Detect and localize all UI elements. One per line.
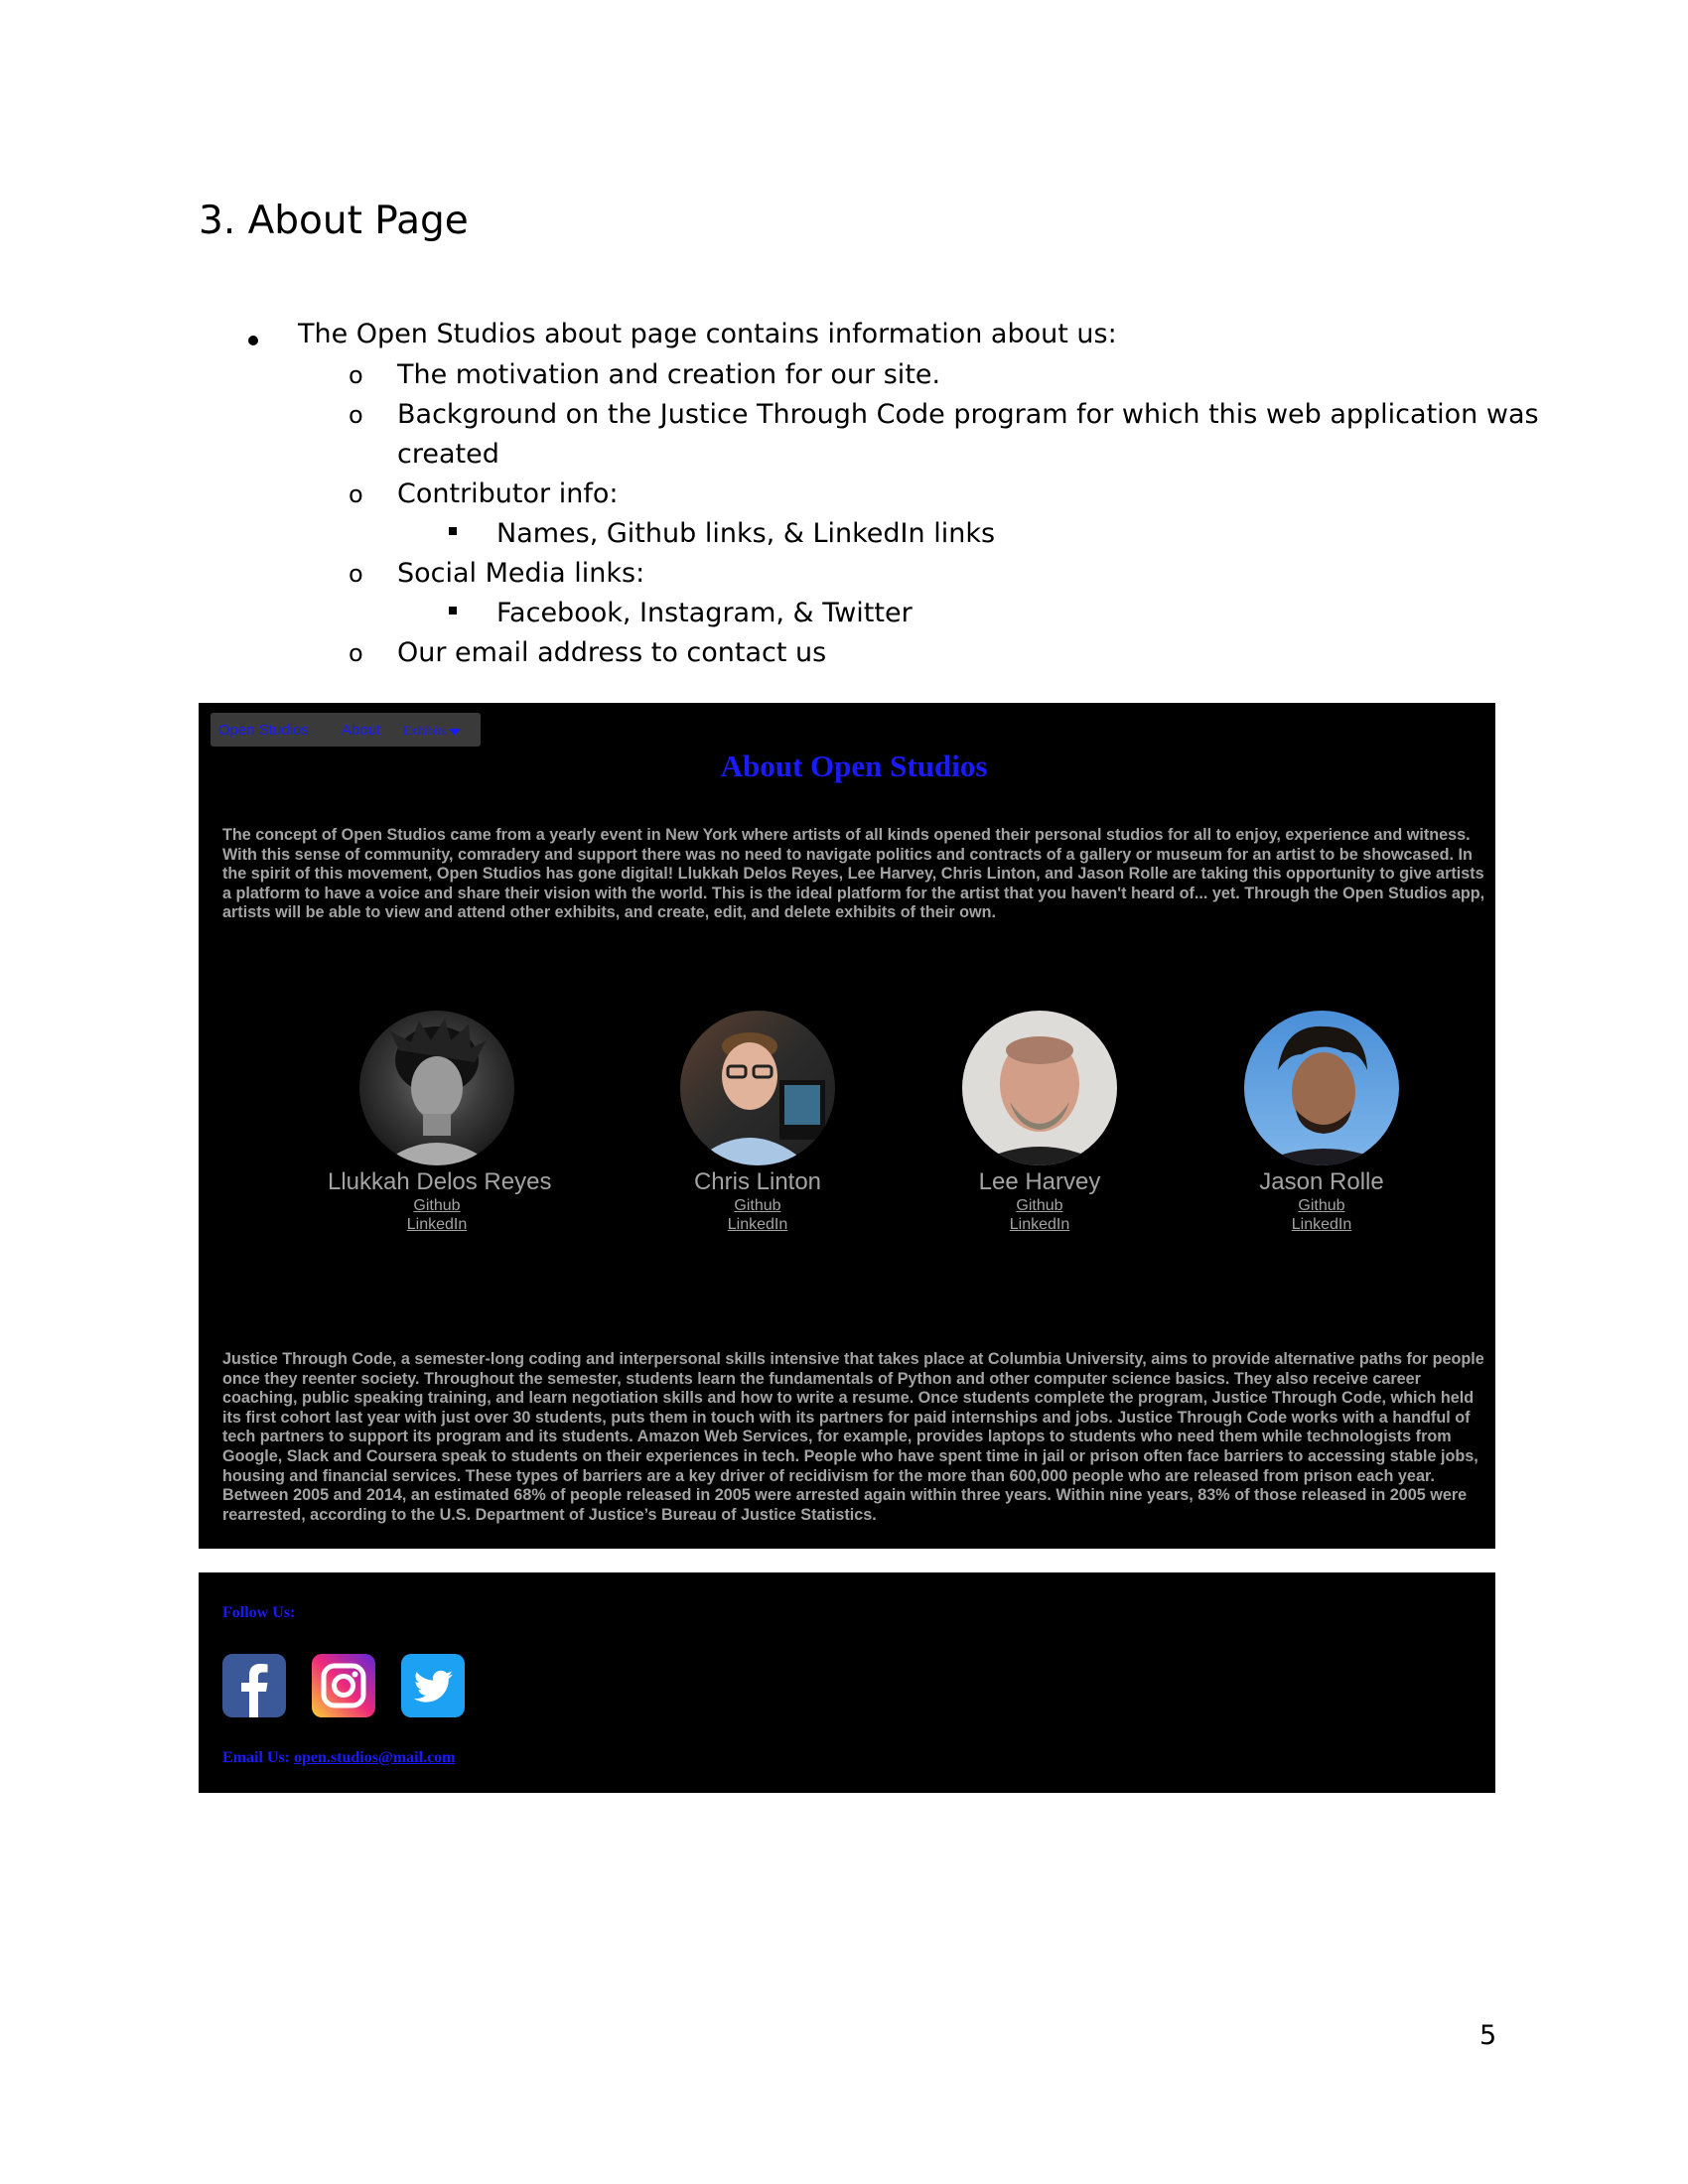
square-marker bbox=[449, 607, 457, 614]
list-item: Social Media links: bbox=[397, 558, 645, 589]
email-line: Email Us: open.studios@mail.com bbox=[222, 1749, 455, 1767]
member-linkedin-link[interactable]: LinkedIn bbox=[648, 1215, 867, 1234]
email-prefix: Email Us: bbox=[222, 1749, 294, 1766]
member-photo bbox=[359, 1011, 514, 1165]
circle-marker: o bbox=[349, 639, 363, 667]
square-marker bbox=[449, 527, 457, 535]
facebook-icon[interactable] bbox=[222, 1654, 286, 1717]
member-name: Chris Linton bbox=[693, 1168, 822, 1195]
nav-brand-link[interactable]: Open Studios bbox=[218, 722, 309, 739]
email-link[interactable]: open.studios@mail.com bbox=[294, 1749, 455, 1766]
member-name: Jason Rolle bbox=[1259, 1168, 1384, 1195]
member-name: Lee Harvey bbox=[978, 1168, 1101, 1195]
member-linkedin-link[interactable]: LinkedIn bbox=[930, 1215, 1149, 1234]
member-github-link[interactable]: Github bbox=[648, 1196, 867, 1215]
intro-paragraph: The concept of Open Studios came from a … bbox=[222, 826, 1485, 922]
section-heading: 3. About Page bbox=[199, 199, 469, 243]
list-item: Contributor info: bbox=[397, 478, 619, 509]
list-item: Background on the Justice Through Code p… bbox=[397, 399, 1539, 430]
member-github-link[interactable]: Github bbox=[930, 1196, 1149, 1215]
jtc-paragraph: Justice Through Code, a semester-long co… bbox=[222, 1350, 1484, 1524]
twitter-icon[interactable] bbox=[401, 1654, 465, 1717]
member-photo bbox=[1244, 1011, 1399, 1165]
caret-down-icon bbox=[449, 728, 462, 736]
nav-exhibits-label: Exhibits bbox=[403, 723, 447, 738]
follow-us-label: Follow Us: bbox=[222, 1604, 296, 1621]
member-photo bbox=[680, 1011, 835, 1165]
circle-marker: o bbox=[349, 480, 363, 508]
about-page-screenshot: Open Studios About Exhibits About Open S… bbox=[199, 703, 1495, 1549]
member-card: Chris Linton Github LinkedIn bbox=[648, 1011, 867, 1234]
circle-marker: o bbox=[349, 401, 363, 429]
navbar: Open Studios About Exhibits bbox=[211, 713, 481, 747]
member-linkedin-link[interactable]: LinkedIn bbox=[328, 1215, 546, 1234]
nav-about-link[interactable]: About bbox=[342, 722, 380, 739]
bullet-intro: The Open Studios about page contains inf… bbox=[298, 319, 1117, 349]
list-item: Our email address to contact us bbox=[397, 637, 827, 668]
circle-marker: o bbox=[349, 560, 363, 588]
member-linkedin-link[interactable]: LinkedIn bbox=[1212, 1215, 1431, 1234]
sub-list-item: Names, Github links, & LinkedIn links bbox=[496, 518, 996, 549]
page-number: 5 bbox=[1479, 2020, 1497, 2051]
member-card: Lee Harvey Github LinkedIn bbox=[930, 1011, 1149, 1234]
list-item: The motivation and creation for our site… bbox=[397, 359, 941, 390]
member-github-link[interactable]: Github bbox=[328, 1196, 546, 1215]
circle-marker: o bbox=[349, 361, 363, 389]
member-photo bbox=[962, 1011, 1117, 1165]
site-footer: Follow Us: Email Us: open.studios@mail.c… bbox=[199, 1572, 1495, 1793]
bullet-marker bbox=[248, 324, 258, 345]
member-github-link[interactable]: Github bbox=[1212, 1196, 1431, 1215]
instagram-icon[interactable] bbox=[312, 1654, 375, 1717]
list-item-continued: created bbox=[397, 439, 499, 470]
sub-list-item: Facebook, Instagram, & Twitter bbox=[496, 598, 913, 628]
member-name: Llukkah Delos Reyes bbox=[328, 1168, 552, 1195]
member-card: Llukkah Delos Reyes Github LinkedIn bbox=[328, 1011, 552, 1234]
nav-exhibits-dropdown[interactable]: Exhibits bbox=[403, 723, 462, 739]
member-card: Jason Rolle Github LinkedIn bbox=[1212, 1011, 1431, 1234]
about-title: About Open Studios bbox=[720, 749, 988, 783]
